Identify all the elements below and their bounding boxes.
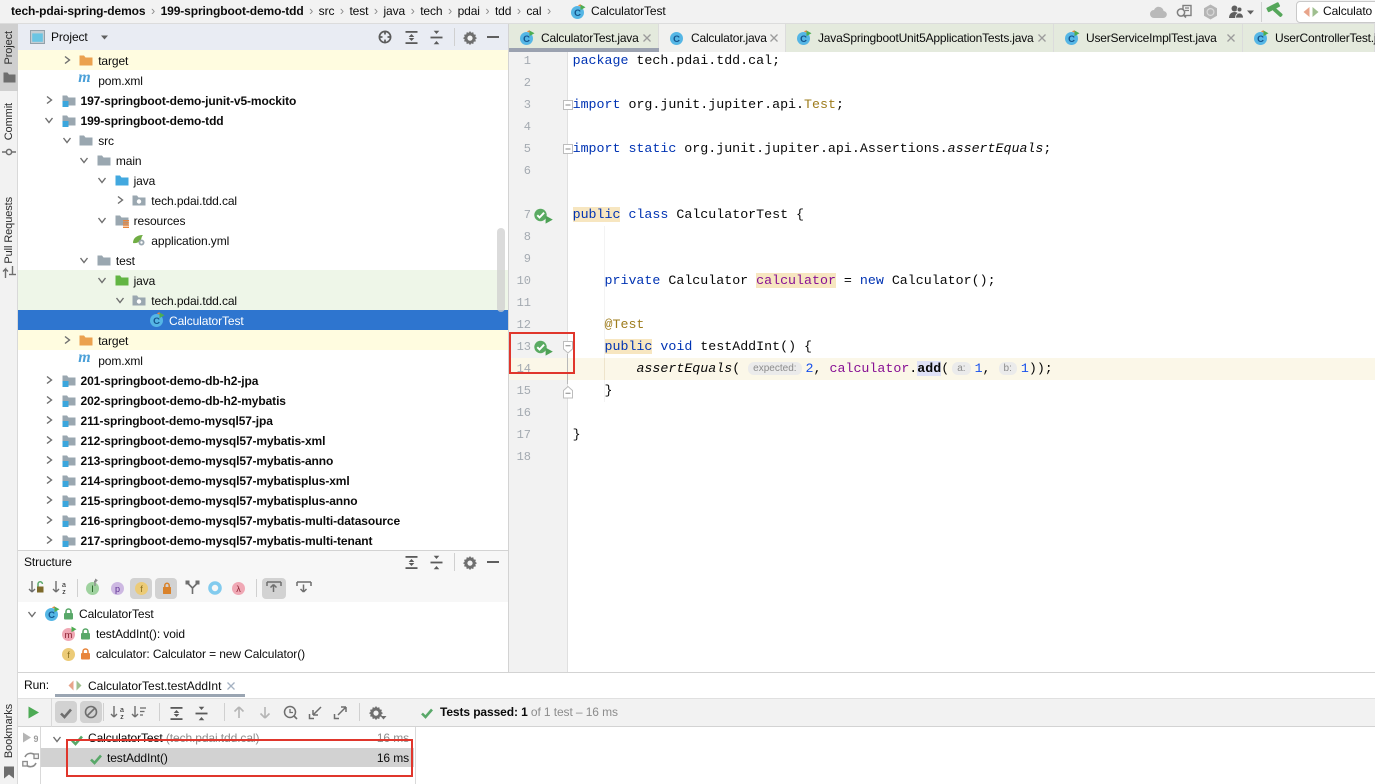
svg-text:p: p (115, 584, 120, 594)
svg-text:a: a (62, 582, 66, 589)
svg-text:C: C (800, 34, 807, 45)
svg-text:9: 9 (34, 734, 39, 744)
svg-text:C: C (673, 34, 680, 45)
svg-text:a: a (120, 707, 124, 714)
svg-text:C: C (1257, 34, 1264, 45)
svg-text:C: C (574, 8, 581, 19)
svg-text:z: z (120, 714, 124, 720)
svg-text:z: z (62, 589, 66, 595)
svg-text:C: C (1068, 34, 1075, 45)
svg-text:C: C (523, 34, 530, 45)
svg-text:m: m (65, 630, 73, 641)
svg-text:C: C (48, 610, 55, 621)
svg-text:λ: λ (236, 584, 241, 594)
svg-text:C: C (153, 316, 160, 327)
